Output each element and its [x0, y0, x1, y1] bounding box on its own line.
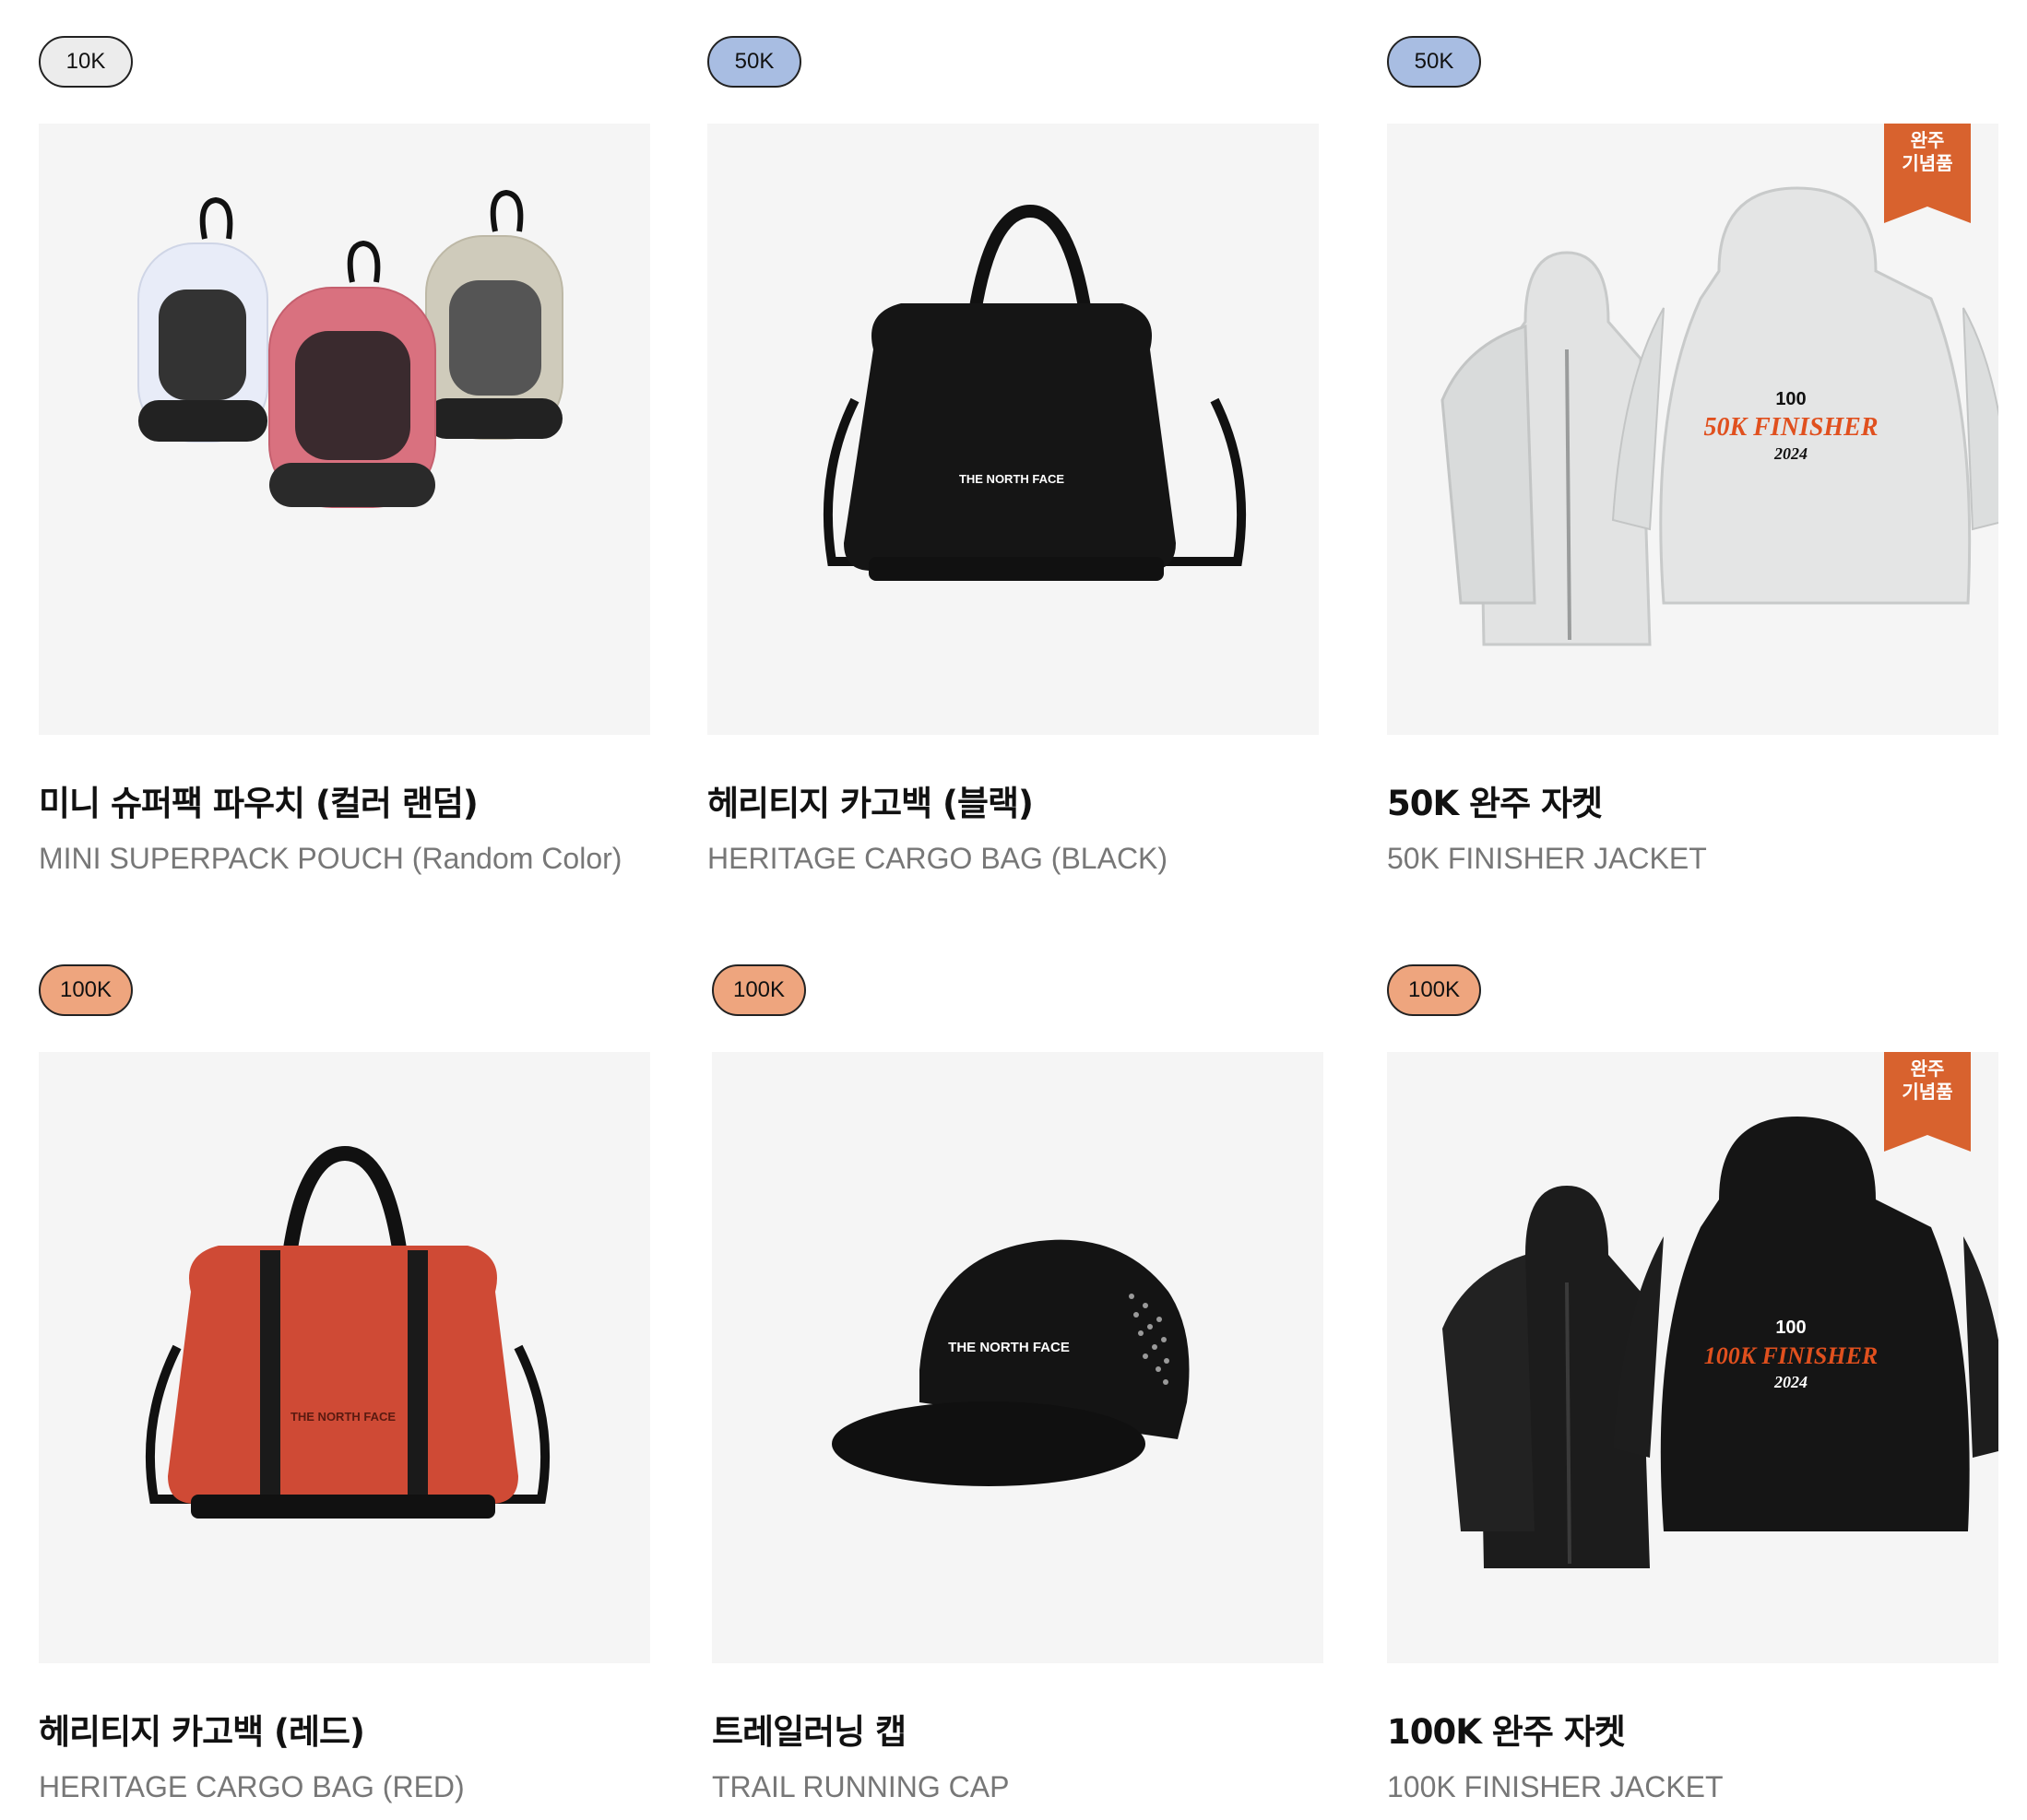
red-duffel-bag-icon: THE NORTH FACE — [145, 1145, 551, 1519]
product-title[interactable]: 50K 완주 자켓 — [1387, 775, 1603, 825]
svg-text:THE NORTH FACE: THE NORTH FACE — [959, 472, 1064, 486]
distance-badge: 100K — [39, 964, 133, 1016]
svg-text:2024: 2024 — [1773, 1373, 1808, 1391]
product-subtitle: TRAIL RUNNING CAP — [712, 1770, 1010, 1803]
distance-badge: 50K — [1387, 36, 1481, 88]
finisher-ribbon: 완주 기념품 — [1884, 124, 1971, 223]
distance-badge: 100K — [712, 964, 806, 1016]
distance-badge: 50K — [707, 36, 801, 88]
product-title[interactable]: 미니 슈퍼팩 파우치 (컬러 랜덤) — [39, 775, 479, 825]
product-subtitle: HERITAGE CARGO BAG (BLACK) — [707, 842, 1168, 875]
product-title[interactable]: 100K 완주 자켓 — [1387, 1704, 1626, 1754]
product-image[interactable]: 100 50K FINISHER 2024 완주 기념품 — [1387, 124, 1998, 735]
svg-text:100: 100 — [1775, 389, 1806, 409]
product-image[interactable] — [39, 124, 650, 735]
product-subtitle: MINI SUPERPACK POUCH (Random Color) — [39, 842, 622, 875]
product-subtitle: HERITAGE CARGO BAG (RED) — [39, 1770, 465, 1803]
finisher-ribbon: 완주 기념품 — [1884, 1052, 1971, 1152]
black-duffel-bag-icon: THE NORTH FACE — [823, 204, 1247, 581]
distance-badge: 100K — [1387, 964, 1481, 1016]
svg-text:2024: 2024 — [1773, 444, 1808, 463]
product-image[interactable]: THE NORTH FACE — [707, 124, 1319, 735]
svg-text:THE NORTH FACE: THE NORTH FACE — [290, 1410, 396, 1424]
product-image[interactable]: THE NORTH FACE — [39, 1052, 650, 1663]
svg-text:THE NORTH FACE: THE NORTH FACE — [948, 1340, 1070, 1355]
svg-text:100: 100 — [1775, 1318, 1806, 1338]
product-title[interactable]: 트레일러닝 캡 — [712, 1704, 907, 1754]
product-subtitle: 100K FINISHER JACKET — [1387, 1770, 1724, 1803]
svg-text:50K FINISHER: 50K FINISHER — [1703, 413, 1878, 442]
product-image[interactable]: THE NORTH FACE — [712, 1052, 1323, 1663]
product-image[interactable]: 100 100K FINISHER 2024 완주 기념품 — [1387, 1052, 1998, 1663]
distance-badge: 10K — [39, 36, 133, 88]
product-subtitle: 50K FINISHER JACKET — [1387, 842, 1707, 875]
running-cap-icon: THE NORTH FACE — [832, 1239, 1190, 1486]
pouch-set-icon — [137, 189, 563, 508]
svg-text:100K FINISHER: 100K FINISHER — [1704, 1342, 1879, 1369]
product-title[interactable]: 헤리티지 카고백 (레드) — [39, 1704, 365, 1754]
product-title[interactable]: 헤리티지 카고백 (블랙) — [707, 775, 1034, 825]
